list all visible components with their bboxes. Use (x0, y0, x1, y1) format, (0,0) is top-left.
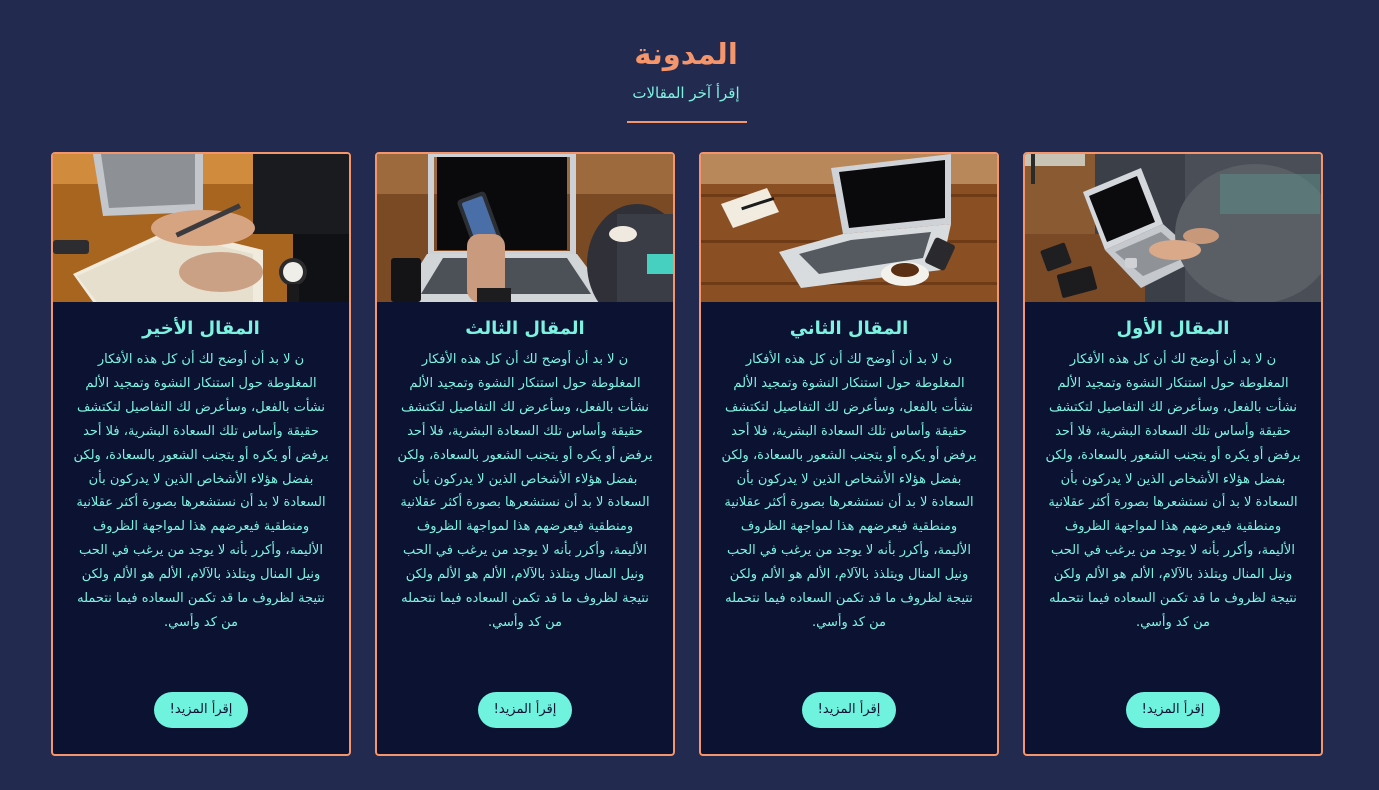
title-divider (627, 121, 747, 123)
post-title: المقال الثالث (465, 318, 585, 339)
post-cards: المقال الأول ن لا بد أن أوضح لك أن كل هذ… (51, 152, 1323, 756)
post-excerpt: ن لا بد أن أوضح لك أن كل هذه الأفكار الم… (721, 352, 977, 630)
read-more-button[interactable]: إقرأ المزيد! (154, 692, 248, 728)
read-more-button[interactable]: إقرأ المزيد! (478, 692, 572, 728)
post-image-writing-notebook (53, 154, 349, 302)
post-card: المقال الأخير ن لا بد أن أوضح لك أن كل ه… (51, 152, 351, 756)
post-image-phone-laptop (377, 154, 673, 302)
post-image-laptop-typing (1025, 154, 1321, 302)
read-more-button[interactable]: إقرأ المزيد! (1126, 692, 1220, 728)
post-card: المقال الأول ن لا بد أن أوضح لك أن كل هذ… (1023, 152, 1323, 756)
read-more-button[interactable]: إقرأ المزيد! (802, 692, 896, 728)
section-subtitle: إقرأ آخر المقالات (632, 84, 740, 102)
section-title: المدونة (634, 37, 738, 71)
post-excerpt: ن لا بد أن أوضح لك أن كل هذه الأفكار الم… (73, 352, 329, 630)
post-card: المقال الثالث ن لا بد أن أوضح لك أن كل ه… (375, 152, 675, 756)
post-card: المقال الثاني ن لا بد أن أوضح لك أن كل ه… (699, 152, 999, 756)
post-title: المقال الثاني (789, 318, 909, 339)
post-title: المقال الأول (1116, 318, 1230, 339)
blog-section: المدونة إقرأ آخر المقالات المقال الأول ن… (0, 0, 1379, 790)
post-excerpt: ن لا بد أن أوضح لك أن كل هذه الأفكار الم… (397, 352, 653, 630)
post-image-laptop-desk-coffee (701, 154, 997, 302)
post-title: المقال الأخير (142, 318, 260, 339)
post-excerpt: ن لا بد أن أوضح لك أن كل هذه الأفكار الم… (1045, 352, 1301, 630)
